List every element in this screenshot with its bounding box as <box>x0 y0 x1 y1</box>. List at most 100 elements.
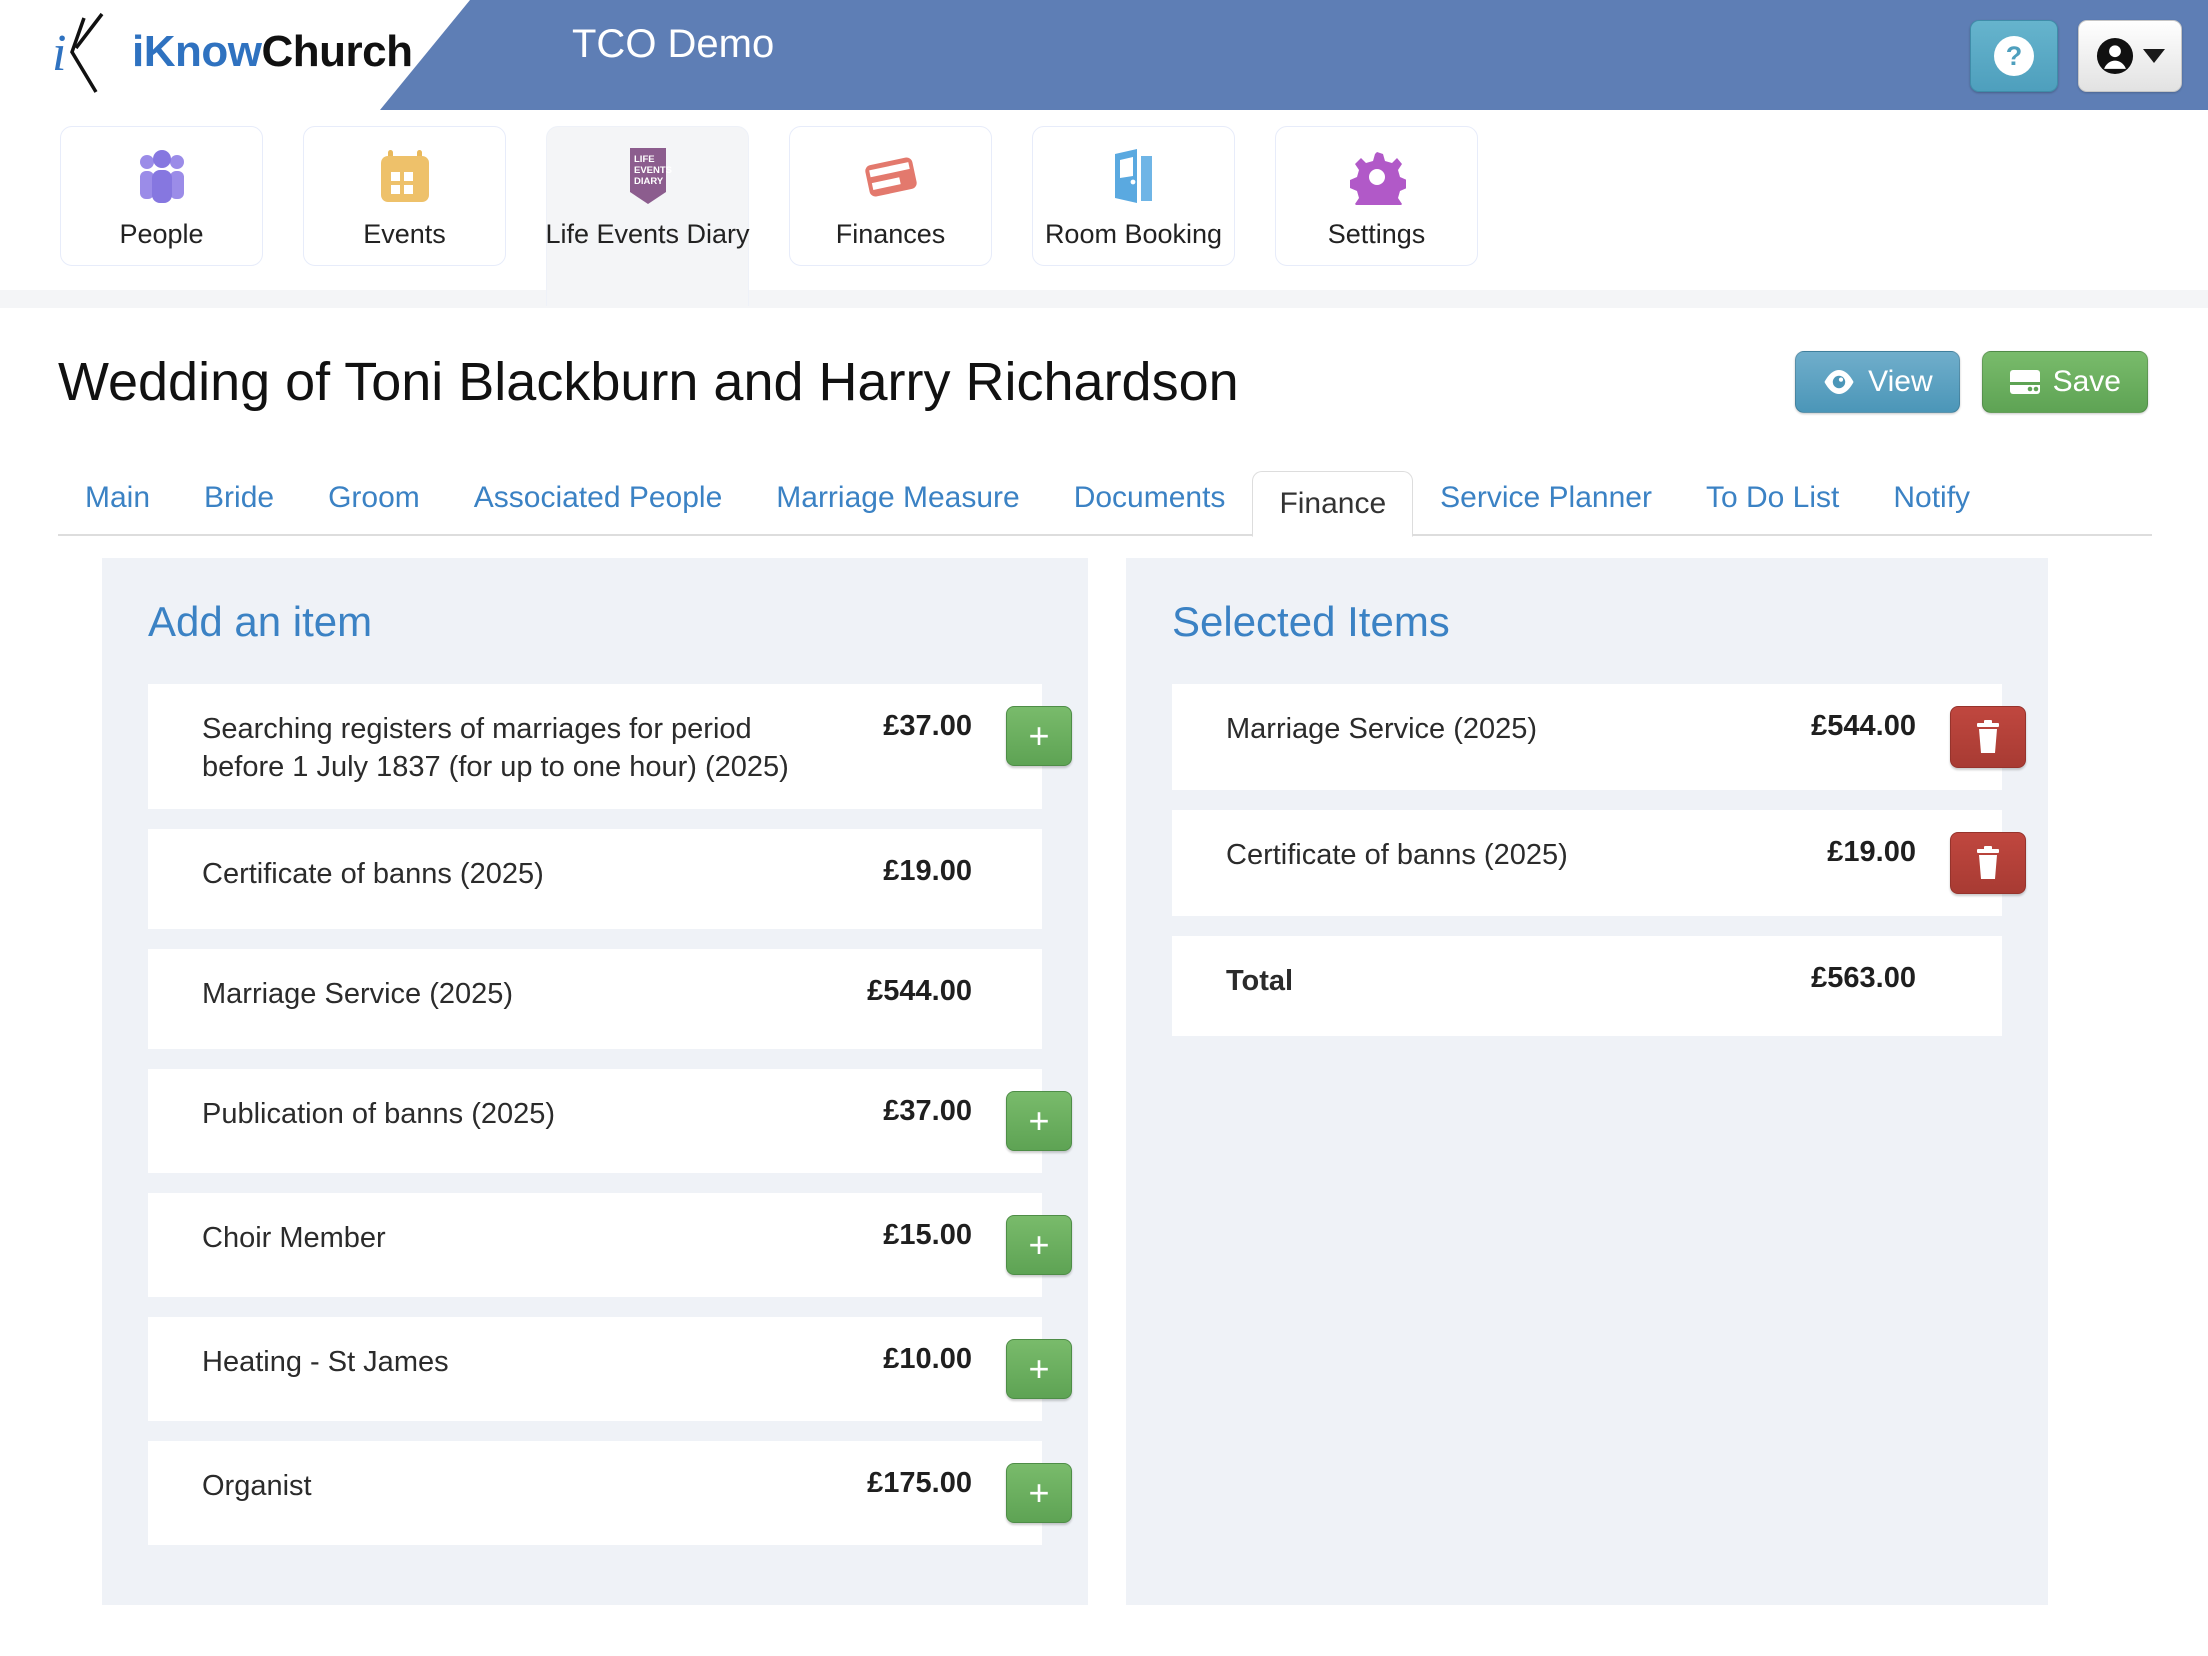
floppy-disk-icon <box>2009 370 2040 394</box>
add-item-button[interactable]: + <box>1006 1214 1072 1275</box>
svg-text:i: i <box>52 25 66 82</box>
item-action: + <box>972 1090 1072 1151</box>
page-header-actions: View Save <box>1795 351 2148 413</box>
item-price: £10.00 <box>883 1342 972 1375</box>
item-name: Certificate of banns (2025) <box>1226 839 1568 871</box>
tab-documents[interactable]: Documents <box>1047 482 1253 536</box>
module-nav: People Events LIFE EVENTS DIARY Life Eve… <box>0 110 2208 308</box>
module-item-settings[interactable]: Settings <box>1275 126 1478 266</box>
item-price: £544.00 <box>1811 710 1916 742</box>
chevron-down-icon <box>2142 49 2165 63</box>
top-brand-bar: i iKnowChurch TCO Demo ? <box>0 0 2208 110</box>
eye-icon <box>1824 370 1854 394</box>
question-mark-icon: ? <box>1994 36 2034 76</box>
plus-icon: + <box>1028 1099 1050 1141</box>
item-name: Choir Member <box>202 1221 386 1254</box>
add-item-button[interactable]: + <box>1006 706 1072 766</box>
svg-text:EVENTS: EVENTS <box>634 165 672 176</box>
tab-finance[interactable]: Finance <box>1252 471 1414 537</box>
brand-logo[interactable]: i iKnowChurch <box>50 8 413 96</box>
list-item[interactable]: Organist £175.00 + <box>148 1440 1072 1545</box>
add-item-button[interactable]: + <box>1006 1338 1072 1399</box>
module-label: Settings <box>1327 219 1426 249</box>
tab-to-do-list[interactable]: To Do List <box>1679 482 1866 536</box>
tab-bar: Main Bride Groom Associated People Marri… <box>58 454 2152 537</box>
item-name: Heating - St James <box>202 1345 449 1378</box>
module-item-room-booking[interactable]: Room Booking <box>1032 126 1235 266</box>
save-button[interactable]: Save <box>1981 351 2148 413</box>
account-menu-button[interactable] <box>2078 20 2182 92</box>
module-item-events[interactable]: Events <box>303 126 506 266</box>
plus-icon: + <box>1028 715 1050 756</box>
total-value: £563.00 <box>1811 962 1916 994</box>
trash-icon <box>1977 846 1999 879</box>
view-button-label: View <box>1868 365 1933 398</box>
tab-associated-people[interactable]: Associated People <box>447 482 750 536</box>
finance-content: Add an item Searching registers of marri… <box>0 536 2208 1605</box>
app-title: TCO Demo <box>572 22 775 66</box>
item-action: + <box>972 1338 1072 1399</box>
svg-text:LIFE: LIFE <box>634 154 655 165</box>
item-action: + <box>972 1462 1072 1523</box>
list-item[interactable]: Certificate of banns (2025) £19.00 <box>148 828 1042 929</box>
selected-items-list: Marriage Service (2025) £544.00 Certific… <box>1172 684 2026 1036</box>
svg-text:DIARY: DIARY <box>634 176 664 187</box>
life-events-diary-icon: LIFE EVENTS DIARY <box>624 147 672 207</box>
tab-list: Main Bride Groom Associated People Marri… <box>58 454 2152 537</box>
item-price: £19.00 <box>1827 836 1916 868</box>
item-price: £37.00 <box>883 710 972 742</box>
tab-service-planner[interactable]: Service Planner <box>1413 482 1679 536</box>
item-price: £37.00 <box>883 1094 972 1127</box>
tab-marriage-measure[interactable]: Marriage Measure <box>749 482 1046 536</box>
item-name: Organist <box>202 1469 312 1502</box>
view-button[interactable]: View <box>1795 351 1960 413</box>
tab-notify[interactable]: Notify <box>1866 482 1997 536</box>
delete-item-button[interactable] <box>1950 832 2026 894</box>
module-label: People <box>119 219 204 249</box>
tab-main[interactable]: Main <box>58 482 177 536</box>
brand-name-part1: iKnow <box>132 27 262 76</box>
help-button[interactable]: ? <box>1970 20 2058 92</box>
list-item[interactable]: Searching registers of marriages for per… <box>148 684 1072 809</box>
user-account-icon <box>2096 37 2133 75</box>
delete-item-button[interactable] <box>1950 706 2026 768</box>
topbar-actions: ? <box>1970 20 2182 92</box>
list-item[interactable]: Marriage Service (2025) £544.00 <box>148 948 1042 1049</box>
page-header: Wedding of Toni Blackburn and Harry Rich… <box>0 308 2208 426</box>
add-item-list: Searching registers of marriages for per… <box>148 684 1072 1545</box>
ikonwchurch-logo-icon: i <box>52 12 104 93</box>
tab-groom[interactable]: Groom <box>301 482 447 536</box>
item-action: + <box>972 706 1072 766</box>
people-group-icon <box>132 147 192 207</box>
add-item-panel: Add an item Searching registers of marri… <box>102 558 1088 1605</box>
plus-icon: + <box>1028 1347 1050 1389</box>
module-label: Life Events Diary <box>545 219 750 249</box>
trash-icon <box>1977 720 1999 753</box>
table-row[interactable]: Certificate of banns (2025) £19.00 <box>1172 810 2026 916</box>
list-item[interactable]: Heating - St James £10.00 + <box>148 1316 1072 1421</box>
add-item-button[interactable]: + <box>1006 1090 1072 1151</box>
item-action: + <box>972 1214 1072 1275</box>
item-name: Marriage Service (2025) <box>1226 713 1538 745</box>
add-item-panel-title: Add an item <box>148 598 373 645</box>
add-item-button[interactable]: + <box>1006 1462 1072 1523</box>
plus-icon: + <box>1028 1223 1050 1265</box>
brand-wordmark: iKnowChurch <box>132 27 413 77</box>
item-action <box>1916 832 2026 894</box>
item-price: £544.00 <box>867 974 972 1007</box>
total-label: Total <box>1226 965 1294 997</box>
item-price: £19.00 <box>883 854 972 887</box>
open-door-icon <box>1111 147 1157 207</box>
module-label: Events <box>363 219 446 249</box>
gear-icon <box>1348 147 1406 207</box>
item-action <box>1916 706 2026 768</box>
item-name: Searching registers of marriages for per… <box>202 713 789 784</box>
module-item-finances[interactable]: Finances <box>789 126 992 266</box>
table-row[interactable]: Marriage Service (2025) £544.00 <box>1172 684 2026 790</box>
module-item-life-events-diary[interactable]: LIFE EVENTS DIARY Life Events Diary <box>545 126 750 306</box>
list-item[interactable]: Publication of banns (2025) £37.00 + <box>148 1068 1072 1173</box>
module-item-people[interactable]: People <box>60 126 263 266</box>
list-item[interactable]: Choir Member £15.00 + <box>148 1192 1072 1297</box>
tab-bride[interactable]: Bride <box>177 482 301 536</box>
page-title: Wedding of Toni Blackburn and Harry Rich… <box>58 352 1239 412</box>
